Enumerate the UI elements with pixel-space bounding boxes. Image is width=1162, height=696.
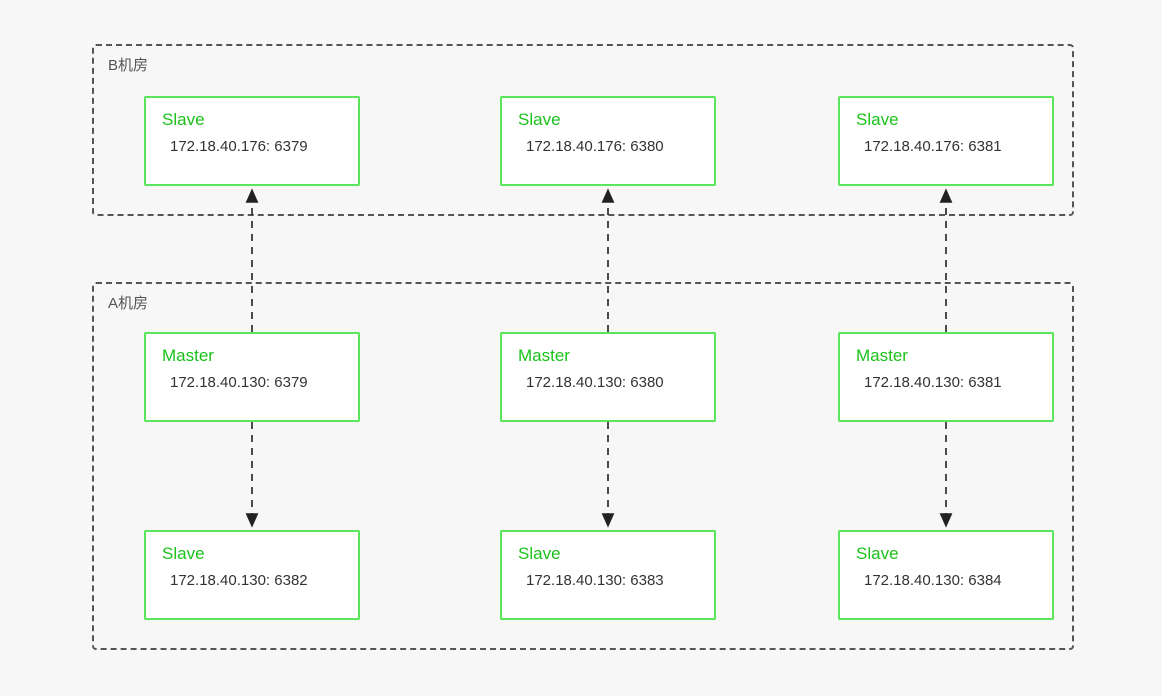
node-address: 172.18.40.130: 6379 <box>170 374 342 391</box>
node-a-master-3: Master 172.18.40.130: 6381 <box>838 332 1054 422</box>
node-role-label: Slave <box>162 544 342 564</box>
node-role-label: Master <box>518 346 698 366</box>
node-address: 172.18.40.176: 6379 <box>170 138 342 155</box>
node-role-label: Slave <box>162 110 342 130</box>
node-address: 172.18.40.130: 6382 <box>170 572 342 589</box>
node-address: 172.18.40.130: 6380 <box>526 374 698 391</box>
node-b-slave-3: Slave 172.18.40.176: 6381 <box>838 96 1054 186</box>
node-address: 172.18.40.176: 6380 <box>526 138 698 155</box>
container-b-label: B机房 <box>108 54 148 75</box>
node-role-label: Master <box>856 346 1036 366</box>
node-a-slave-1: Slave 172.18.40.130: 6382 <box>144 530 360 620</box>
node-a-master-1: Master 172.18.40.130: 6379 <box>144 332 360 422</box>
node-role-label: Master <box>162 346 342 366</box>
node-role-label: Slave <box>518 544 698 564</box>
node-a-master-2: Master 172.18.40.130: 6380 <box>500 332 716 422</box>
node-a-slave-2: Slave 172.18.40.130: 6383 <box>500 530 716 620</box>
node-a-slave-3: Slave 172.18.40.130: 6384 <box>838 530 1054 620</box>
node-b-slave-1: Slave 172.18.40.176: 6379 <box>144 96 360 186</box>
node-address: 172.18.40.130: 6381 <box>864 374 1036 391</box>
node-address: 172.18.40.130: 6383 <box>526 572 698 589</box>
node-role-label: Slave <box>518 110 698 130</box>
container-a-label: A机房 <box>108 292 148 313</box>
node-role-label: Slave <box>856 544 1036 564</box>
node-b-slave-2: Slave 172.18.40.176: 6380 <box>500 96 716 186</box>
node-address: 172.18.40.176: 6381 <box>864 138 1036 155</box>
node-role-label: Slave <box>856 110 1036 130</box>
node-address: 172.18.40.130: 6384 <box>864 572 1036 589</box>
